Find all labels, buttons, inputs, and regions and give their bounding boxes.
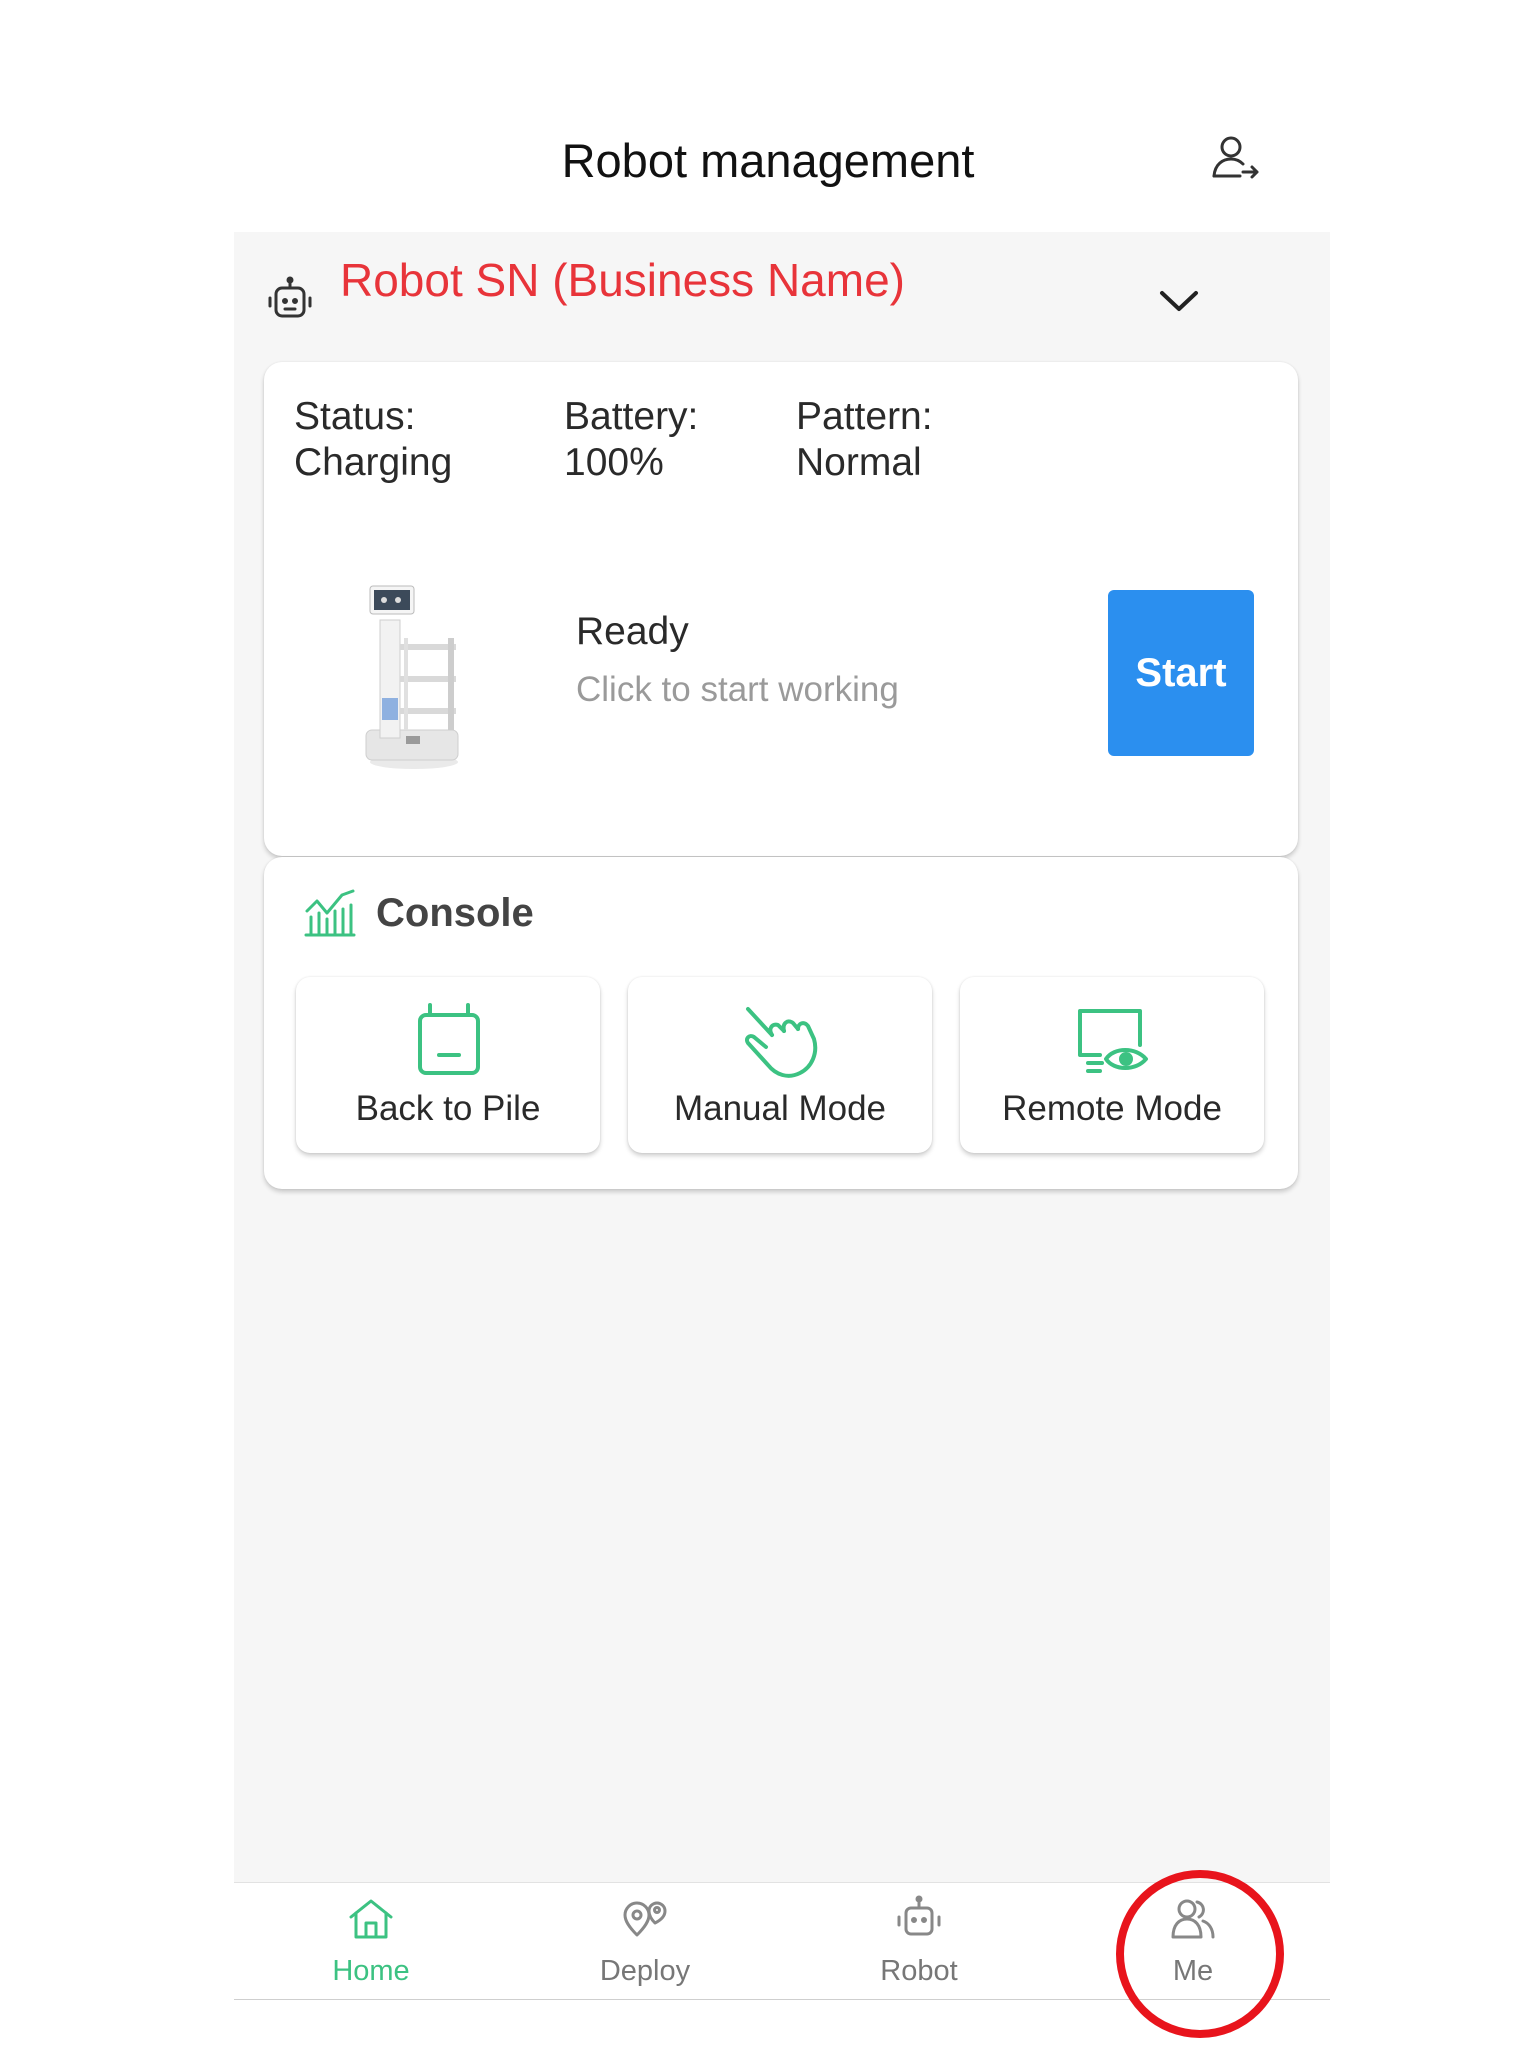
nav-item-home[interactable]: Home <box>234 1883 508 1999</box>
console-title: Console <box>376 891 534 935</box>
console-card: Console Back to Pile Manual Mode Remote … <box>264 857 1298 1189</box>
nav-label-home: Home <box>332 1955 410 1987</box>
back-to-pile-label: Back to Pile <box>355 1089 541 1128</box>
chevron-down-icon[interactable] <box>1156 277 1202 323</box>
highlight-circle <box>1116 1870 1284 2038</box>
status-card: Status: Charging Battery: 100% Pattern: … <box>264 362 1298 856</box>
app-content: Robot SN (Business Name) Status: Chargin… <box>234 232 1330 1882</box>
status-label: Status: <box>294 395 416 438</box>
user-logout-icon[interactable] <box>1210 134 1260 184</box>
pattern-value: Normal <box>796 441 922 484</box>
chart-icon <box>304 887 356 937</box>
robot-icon <box>266 276 314 324</box>
remote-monitor-icon <box>1070 1001 1154 1081</box>
remote-mode-button[interactable]: Remote Mode <box>960 977 1264 1153</box>
ready-subtitle: Click to start working <box>576 670 899 709</box>
robot-photo <box>356 580 468 772</box>
home-icon <box>347 1895 395 1943</box>
nav-label-robot: Robot <box>880 1955 958 1987</box>
hand-pointer-icon <box>738 1001 822 1081</box>
nav-item-deploy[interactable]: Deploy <box>508 1883 782 1999</box>
battery-value: 100% <box>564 441 664 484</box>
remote-mode-label: Remote Mode <box>1002 1089 1222 1128</box>
back-to-pile-button[interactable]: Back to Pile <box>296 977 600 1153</box>
map-pin-icon <box>621 1895 669 1943</box>
charging-pile-icon <box>406 1001 490 1081</box>
robot-name: Robot SN (Business Name) <box>340 254 905 306</box>
start-button[interactable]: Start <box>1108 590 1254 756</box>
nav-label-deploy: Deploy <box>599 1955 691 1987</box>
battery-label: Battery: <box>564 395 699 438</box>
nav-item-robot[interactable]: Robot <box>782 1883 1056 1999</box>
pattern-label: Pattern: <box>796 395 933 438</box>
status-value: Charging <box>294 441 453 484</box>
manual-mode-label: Manual Mode <box>673 1089 887 1128</box>
ready-title: Ready <box>576 610 689 653</box>
manual-mode-button[interactable]: Manual Mode <box>628 977 932 1153</box>
robot-icon <box>895 1895 943 1943</box>
robot-selector[interactable]: Robot SN (Business Name) <box>234 232 1330 352</box>
page-title: Robot management <box>561 134 975 187</box>
